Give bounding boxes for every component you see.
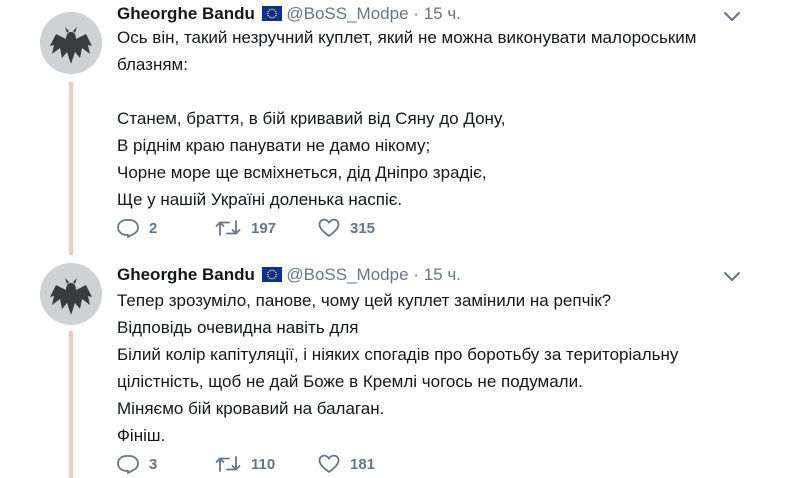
tweet-actions: 2 197 315 — [117, 216, 375, 240]
retweet-button[interactable]: 197 — [215, 218, 318, 238]
tweet-line: В ріднім краю панувати не дамо нікому; — [117, 136, 431, 155]
retweet-icon — [215, 456, 241, 472]
thread-connector — [69, 331, 73, 478]
tweet[interactable]: Gheorghe Bandu @BoSS_Modpe · 15 ч. Тепер… — [0, 255, 789, 478]
heart-icon — [318, 454, 340, 473]
like-count: 181 — [350, 455, 376, 473]
retweet-count: 197 — [251, 219, 277, 237]
reply-count: 2 — [149, 219, 158, 237]
tweet-line: Білий колір капітуляції, і ніяких спогад… — [117, 345, 679, 364]
tweet-line: Ще у нашій Україні доленька наспіє. — [117, 190, 403, 209]
heart-icon — [318, 218, 340, 237]
thread-connector — [69, 82, 73, 255]
retweet-button[interactable]: 110 — [215, 454, 318, 474]
chevron-down-icon[interactable] — [722, 266, 742, 286]
tweet-line: блазням: — [117, 55, 188, 74]
author-name[interactable]: Gheorghe Bandu — [117, 265, 255, 284]
eu-flag-icon — [261, 266, 282, 288]
author-name[interactable]: Gheorghe Bandu — [117, 4, 255, 23]
reply-icon — [117, 219, 139, 238]
tweet-line: Тепер зрозуміло, панове, чому цей куплет… — [117, 291, 612, 310]
tweet-line: Відповідь очевидна навіть для — [117, 318, 359, 337]
bat-avatar-icon — [40, 12, 102, 74]
avatar[interactable] — [40, 263, 102, 325]
tweet-text: Ось він, такий незручний куплет, який не… — [117, 24, 757, 213]
tweet-line — [117, 78, 757, 105]
bat-avatar-icon — [40, 263, 102, 325]
reply-button[interactable]: 2 — [117, 218, 215, 238]
retweet-icon — [215, 220, 241, 236]
tweet-line: цілістність, щоб не дай Боже в Кремлі чо… — [117, 372, 583, 391]
tweet-line: Фініш. — [117, 426, 166, 445]
separator-dot: · — [413, 265, 419, 284]
like-button[interactable]: 181 — [318, 454, 375, 474]
like-count: 315 — [350, 219, 376, 237]
reply-count: 3 — [149, 455, 158, 473]
tweet-line: Станем, браття, в бій кривавий від Сяну … — [117, 109, 506, 128]
tweet-actions: 3 110 181 — [117, 452, 375, 476]
tweet-line: Чорне море ще всміхнеться, дід Дніпро зр… — [117, 163, 487, 182]
tweet-line: Міняємо бій кровавий на балаган. — [117, 399, 385, 418]
timestamp[interactable]: 15 ч. — [424, 4, 461, 23]
avatar[interactable] — [40, 12, 102, 74]
retweet-count: 110 — [251, 455, 276, 473]
timestamp[interactable]: 15 ч. — [424, 265, 461, 284]
like-button[interactable]: 315 — [318, 218, 375, 238]
tweet[interactable]: Gheorghe Bandu @BoSS_Modpe · 15 ч. Ось в… — [0, 0, 789, 255]
reply-icon — [117, 455, 139, 474]
author-handle[interactable]: @BoSS_Modpe — [286, 4, 408, 23]
tweet-line: Ось він, такий незручний куплет, який не… — [117, 28, 697, 47]
tweet-header: Gheorghe Bandu @BoSS_Modpe · 15 ч. — [117, 264, 461, 288]
reply-button[interactable]: 3 — [117, 454, 215, 474]
chevron-down-icon[interactable] — [722, 6, 742, 26]
author-handle[interactable]: @BoSS_Modpe — [286, 265, 408, 284]
separator-dot: · — [413, 4, 419, 23]
tweet-text: Тепер зрозуміло, панове, чому цей куплет… — [117, 287, 757, 449]
